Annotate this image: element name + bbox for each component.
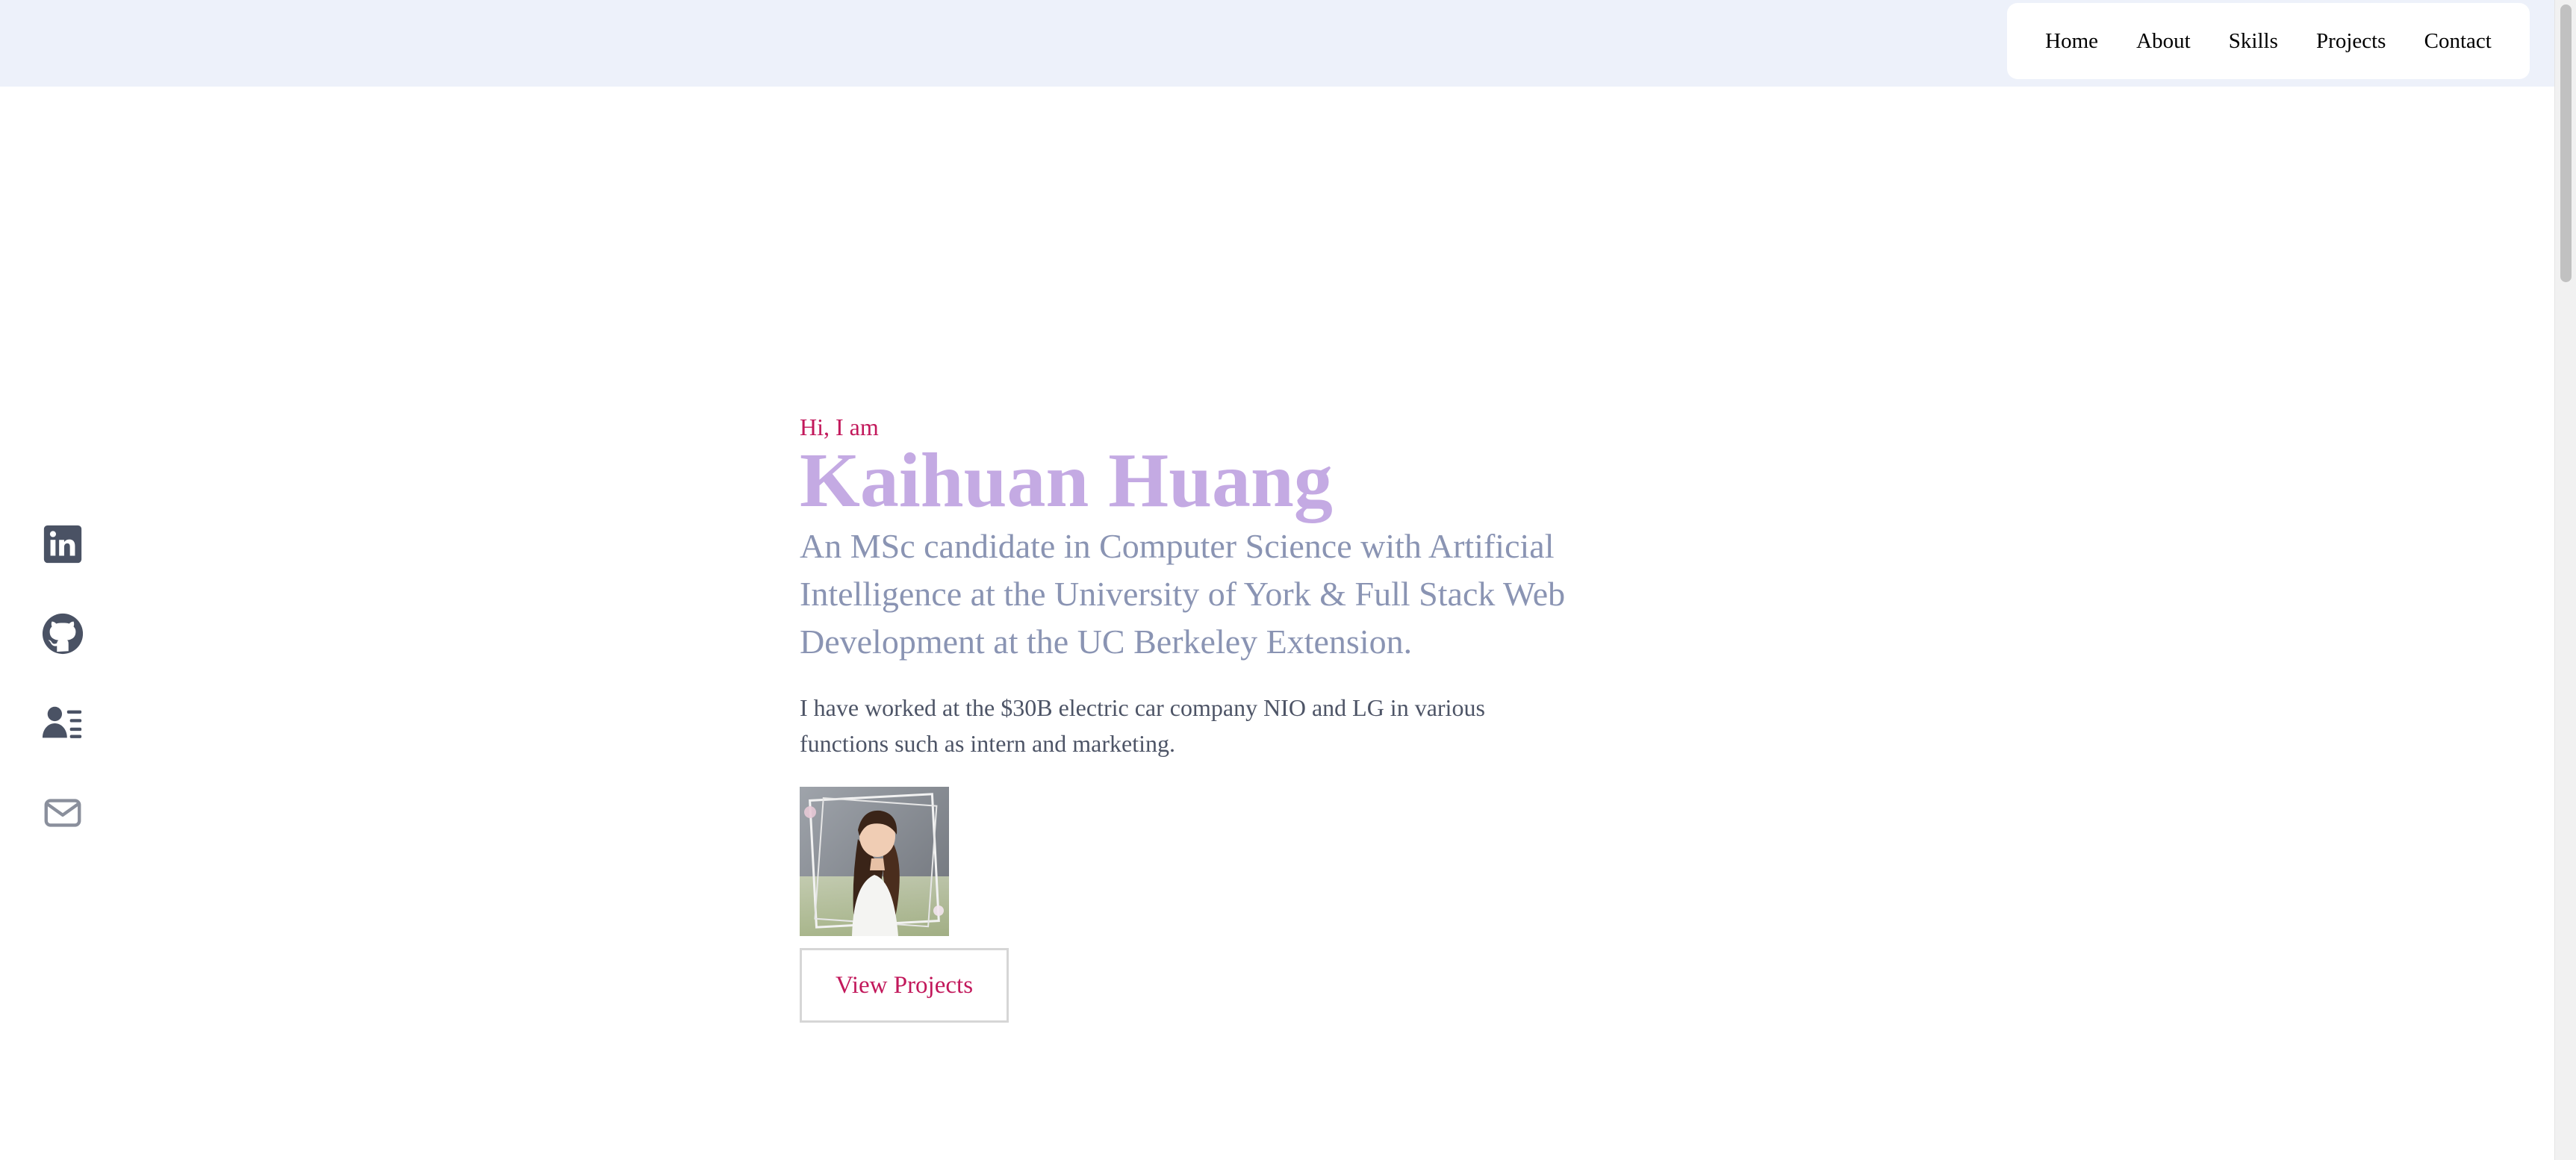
email-icon[interactable] xyxy=(40,791,85,835)
scrollbar-thumb[interactable] xyxy=(2560,4,2572,282)
nav-contact-link[interactable]: Contact xyxy=(2424,29,2492,54)
nav-projects-link[interactable]: Projects xyxy=(2316,29,2386,54)
hero-description: I have worked at the $30B electric car c… xyxy=(800,694,1485,757)
social-links xyxy=(39,523,87,835)
linkedin-icon[interactable] xyxy=(40,523,85,566)
nav-skills-link[interactable]: Skills xyxy=(2229,29,2278,54)
hero-section: Hi, I am Kaihuan Huang An MSc candidate … xyxy=(800,411,1696,1023)
hero-name: Kaihuan Huang xyxy=(800,437,1333,523)
page-scrollbar[interactable] xyxy=(2554,0,2576,1160)
view-projects-button[interactable]: View Projects xyxy=(800,948,1009,1023)
nav-home-link[interactable]: Home xyxy=(2045,29,2098,54)
hero-tagline: An MSc candidate in Computer Science wit… xyxy=(800,527,1566,661)
profile-photo xyxy=(800,787,949,936)
resume-icon[interactable] xyxy=(40,702,85,745)
top-bar: Home About Skills Projects Contact xyxy=(0,0,2555,87)
nav-about-link[interactable]: About xyxy=(2136,29,2191,54)
main-nav: Home About Skills Projects Contact xyxy=(2007,3,2530,79)
github-icon[interactable] xyxy=(40,612,85,655)
